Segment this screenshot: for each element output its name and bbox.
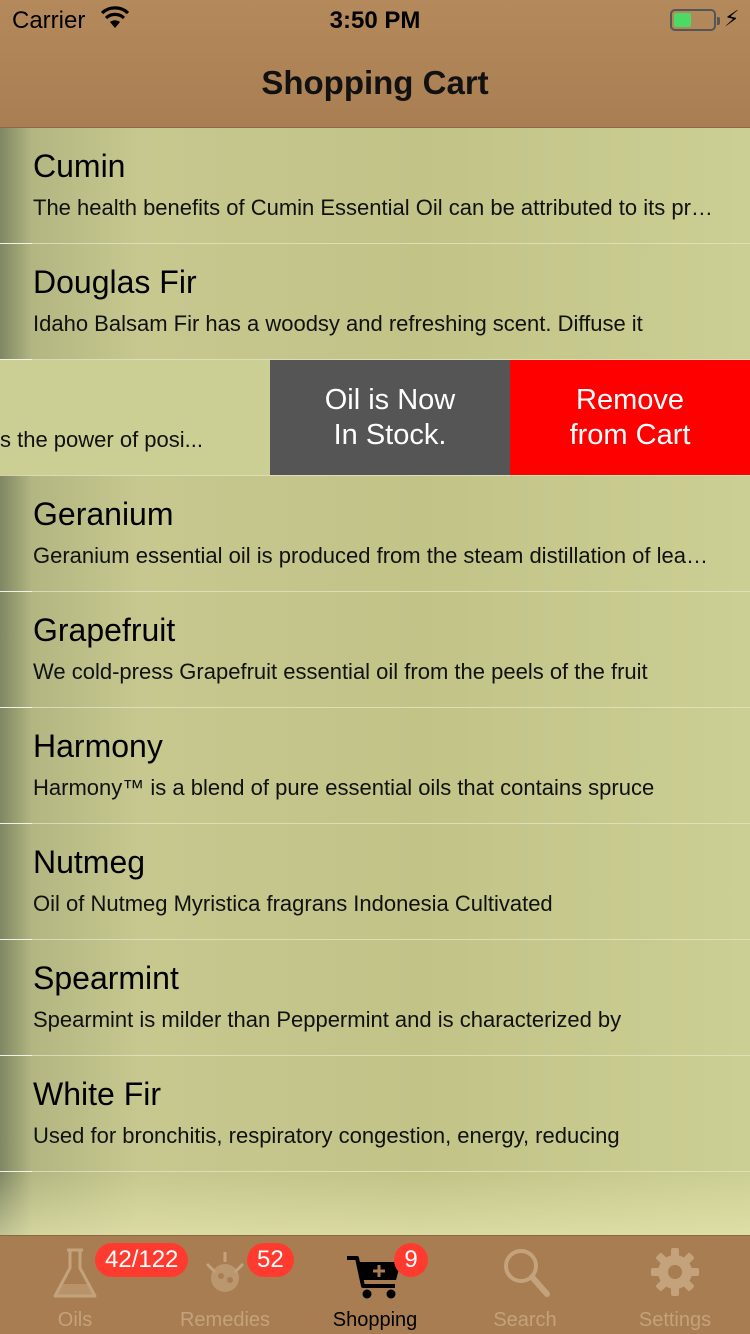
tab-bar: 42/122 Oils 52 Remedies 9 Shopping Searc… [0,1235,750,1334]
item-description: Geranium essential oil is produced from … [33,543,718,568]
list-footer [0,1172,750,1235]
list-item[interactable]: Harmony Harmony™ is a blend of pure esse… [0,708,750,824]
item-title: White Fir [33,1076,161,1112]
item-description: s the power of posi... [0,427,203,452]
tab-label: Oils [57,1309,93,1331]
item-description: Spearmint is milder than Peppermint and … [33,1007,622,1032]
shopping-badge: 9 [394,1243,428,1277]
item-title: Cumin [33,148,126,184]
remove-from-cart-button[interactable]: Remove from Cart [510,360,750,475]
tab-label: Search [493,1309,557,1331]
gear-icon [645,1242,705,1302]
swiped-row-content[interactable]: s the power of posi... [0,360,270,475]
list-item[interactable]: Spearmint Spearmint is milder than Peppe… [0,940,750,1056]
tab-label: Remedies [179,1309,271,1331]
tab-label: Settings [638,1309,712,1331]
remove-label: Remove from Cart [569,383,691,451]
status-bar: Carrier 3:50 PM ⚡︎ [0,0,750,40]
top-bar: Carrier 3:50 PM ⚡︎ Shopping Cart [0,0,750,128]
item-description: Oil of Nutmeg Myristica fragrans Indones… [33,891,553,916]
item-description: Idaho Balsam Fir has a woodsy and refres… [33,311,643,336]
item-title: Nutmeg [33,844,146,880]
battery-charging-icon [670,9,720,31]
charging-bolt-icon: ⚡︎ [724,6,740,31]
status-time: 3:50 PM [329,7,421,34]
item-description: The health benefits of Cumin Essential O… [33,195,718,220]
list-item[interactable]: Cumin The health benefits of Cumin Essen… [0,128,750,244]
tab-settings[interactable]: Settings [600,1236,750,1334]
tab-remedies[interactable]: 52 Remedies [150,1236,300,1334]
list-item-swiped[interactable]: s the power of posi... Oil is Now In Sto… [0,360,750,476]
tab-label: Shopping [332,1309,418,1331]
cart-list[interactable]: Cumin The health benefits of Cumin Essen… [0,128,750,1235]
item-description: Harmony™ is a blend of pure essential oi… [33,775,655,800]
page-title: Shopping Cart [261,64,489,101]
tab-oils[interactable]: 42/122 Oils [0,1236,189,1334]
item-title: Spearmint [33,960,179,996]
item-title: Douglas Fir [33,264,197,300]
remedies-badge: 52 [247,1243,294,1277]
list-item[interactable]: Grapefruit We cold-press Grapefruit esse… [0,592,750,708]
list-item[interactable]: White Fir Used for bronchitis, respirato… [0,1056,750,1172]
item-description: Used for bronchitis, respiratory congest… [33,1123,620,1148]
list-item[interactable]: Nutmeg Oil of Nutmeg Myristica fragrans … [0,824,750,940]
tab-shopping[interactable]: 9 Shopping [300,1236,450,1334]
battery-level [674,13,691,27]
item-title: Geranium [33,496,174,532]
list-item[interactable]: Geranium Geranium essential oil is produ… [0,476,750,592]
remedies-icon [195,1242,255,1302]
in-stock-label: Oil is Now In Stock. [324,383,456,451]
list-item[interactable]: Douglas Fir Idaho Balsam Fir has a woods… [0,244,750,360]
in-stock-button[interactable]: Oil is Now In Stock. [270,360,510,475]
tab-search[interactable]: Search [450,1236,600,1334]
item-title: Harmony [33,728,163,764]
item-description: We cold-press Grapefruit essential oil f… [33,659,648,684]
search-icon [495,1242,555,1302]
item-title: Grapefruit [33,612,176,648]
